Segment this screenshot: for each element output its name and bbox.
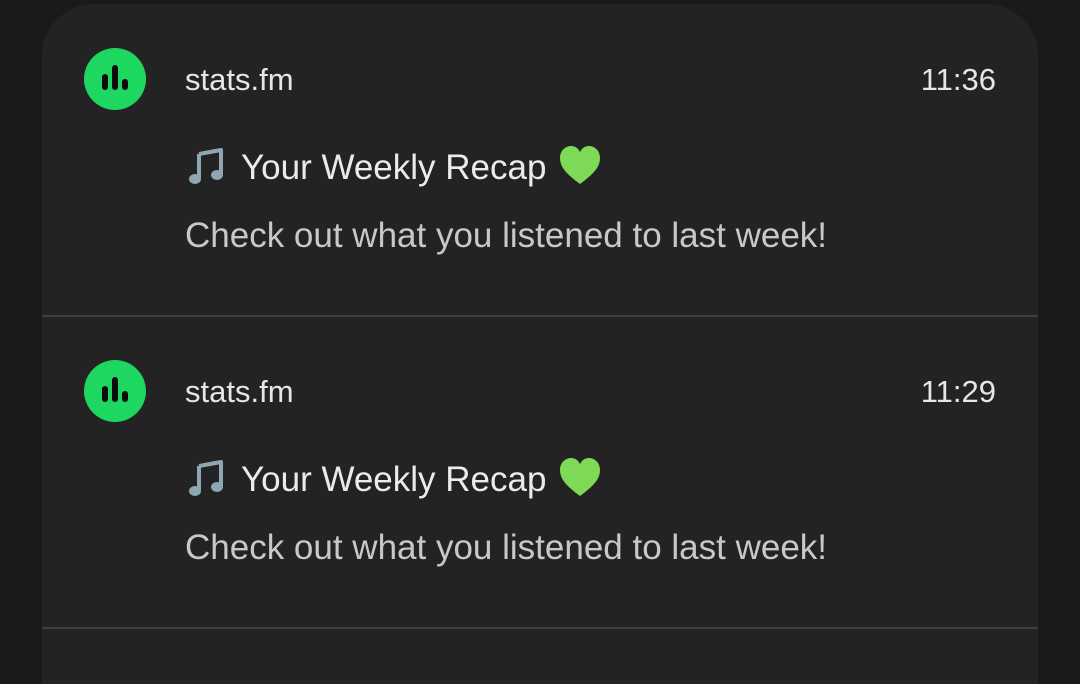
notification-card[interactable]: stats.fm 11:29 Your Weekly Recap Check o…: [42, 316, 1038, 627]
notification-title: Your Weekly Recap: [241, 148, 547, 187]
notification-body: Check out what you listened to last week…: [185, 216, 828, 255]
stats-fm-logo-icon: [84, 360, 146, 422]
notification-title-row: Your Weekly Recap: [185, 456, 602, 505]
app-name: stats.fm: [185, 374, 294, 409]
stats-fm-logo-icon: [84, 48, 146, 110]
musical-note-icon: [185, 456, 241, 505]
notification-title-row: Your Weekly Recap: [185, 144, 602, 193]
notification-time: 11:29: [920, 374, 996, 409]
app-name: stats.fm: [185, 62, 294, 97]
notification-title: Your Weekly Recap: [241, 460, 547, 499]
green-heart-icon: [546, 456, 602, 505]
notification-panel: stats.fm 11:36 Your Weekly Recap Check o…: [42, 4, 1038, 684]
divider: [42, 627, 1038, 629]
notification-card[interactable]: stats.fm 11:36 Your Weekly Recap Check o…: [42, 4, 1038, 315]
musical-note-icon: [185, 144, 241, 193]
notification-time: 11:36: [920, 62, 996, 97]
green-heart-icon: [546, 144, 602, 193]
notification-body: Check out what you listened to last week…: [185, 528, 828, 567]
